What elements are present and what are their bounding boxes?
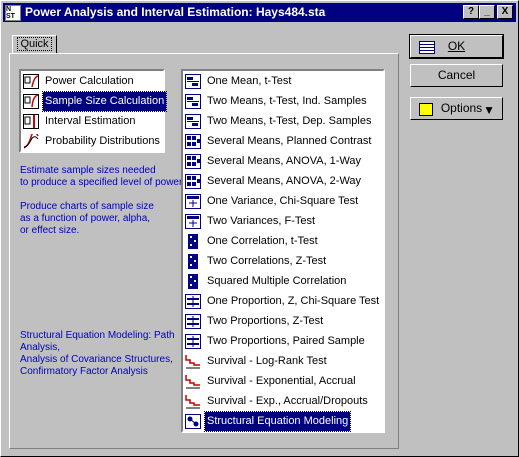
tab-quick-label: Quick (17, 37, 52, 51)
survival-icon (185, 374, 201, 389)
description-line: Analysis of Covariance Structures, (20, 354, 173, 365)
ok-button[interactable]: OK (409, 34, 504, 59)
distribution-icon (23, 131, 39, 149)
dropdown-arrow-icon: ▼ (483, 103, 495, 117)
proportion-icon (185, 314, 201, 329)
test-item-label: Structural Equation Modeling (203, 411, 352, 432)
window-title: Power Analysis and Interval Estimation: … (25, 5, 326, 19)
description-text: Produce charts of sample size as a funct… (20, 201, 154, 237)
correlation-icon (185, 254, 201, 269)
description-line: Produce charts of sample size (20, 201, 154, 212)
test-item-label: One Correlation, t-Test (207, 235, 318, 247)
category-list[interactable]: Power Calculation Sample Size Calculation… (19, 69, 168, 153)
test-item-label: One Proportion, Z, Chi-Square Test (207, 295, 380, 307)
category-item-label: Probability Distributions (45, 135, 160, 147)
app-icon: N ST (5, 5, 21, 21)
test-list[interactable]: One Mean, t-Test Two Means, t-Test, Ind. … (181, 69, 385, 433)
title-bar[interactable]: N ST Power Analysis and Interval Estimati… (3, 3, 516, 22)
description-line: to produce a specified level of power. (20, 177, 185, 188)
ok-label: OK (447, 39, 466, 53)
dialog-window: N ST Power Analysis and Interval Estimati… (0, 0, 519, 457)
test-item-label: Two Proportions, Z-Test (207, 315, 324, 327)
cancel-button[interactable]: Cancel (410, 64, 503, 87)
test-item-label: Survival - Exponential, Accrual (207, 375, 356, 387)
anova-icon (185, 174, 201, 189)
list-icon (419, 41, 435, 54)
t-test-icon (185, 74, 201, 89)
description-line: Structural Equation Modeling: Path (20, 330, 175, 341)
category-item-label: Sample Size Calculation (41, 91, 168, 112)
proportion-icon (185, 334, 201, 349)
interval-icon (23, 114, 39, 129)
tab-quick[interactable]: Quick (12, 35, 57, 54)
test-item-label: Squared Multiple Correlation (207, 275, 347, 287)
test-item-label: Two Means, t-Test, Dep. Samples (207, 115, 372, 127)
help-button[interactable]: ? (463, 5, 479, 19)
variance-icon (185, 214, 201, 229)
description-text: Estimate sample sizes needed to produce … (20, 165, 185, 189)
description-line: Confirmatory Factor Analysis (20, 366, 148, 377)
variance-icon (185, 194, 201, 209)
test-item-label: Two Proportions, Paired Sample (207, 335, 365, 347)
description-line: as a function of power, alpha, (20, 213, 151, 224)
survival-icon (185, 354, 201, 369)
description-line: Analysis, (20, 342, 61, 353)
test-item-label: Two Correlations, Z-Test (207, 255, 327, 267)
category-item-label: Interval Estimation (45, 115, 136, 127)
proportion-icon (185, 294, 201, 309)
sem-description: Structural Equation Modeling: Path Analy… (20, 330, 175, 378)
survival-icon (185, 394, 201, 409)
test-item-label: One Variance, Chi-Square Test (207, 195, 359, 207)
test-item-label: One Mean, t-Test (207, 75, 292, 87)
test-item-label: Two Variances, F-Test (207, 215, 315, 227)
test-item-label: Several Means, ANOVA, 1-Way (207, 155, 362, 167)
anova-icon (185, 154, 201, 169)
t-test-icon (185, 94, 201, 109)
sem-icon (185, 414, 201, 429)
options-button[interactable]: Options ▼ (410, 97, 503, 120)
description-line: or effect size. (20, 225, 80, 236)
options-label: Options (440, 101, 483, 115)
category-item-label: Power Calculation (45, 75, 134, 87)
anova-icon (185, 134, 201, 149)
test-item-label: Survival - Exp., Accrual/Dropouts (207, 395, 368, 407)
power-calc-icon (23, 74, 39, 89)
description-line: Estimate sample sizes needed (20, 165, 156, 176)
close-button[interactable]: X (497, 5, 513, 19)
minimize-button[interactable]: _ (479, 5, 495, 19)
test-item-label: Two Means, t-Test, Ind. Samples (207, 95, 367, 107)
test-item-label: Several Means, ANOVA, 2-Way (207, 175, 362, 187)
sample-size-icon (23, 94, 39, 109)
correlation-icon (185, 274, 201, 289)
correlation-icon (185, 234, 201, 249)
test-item-label: Survival - Log-Rank Test (207, 355, 327, 367)
cancel-label: Cancel (437, 68, 476, 82)
t-test-icon (185, 114, 201, 129)
test-item-label: Several Means, Planned Contrast (207, 135, 372, 147)
options-icon (419, 103, 433, 116)
